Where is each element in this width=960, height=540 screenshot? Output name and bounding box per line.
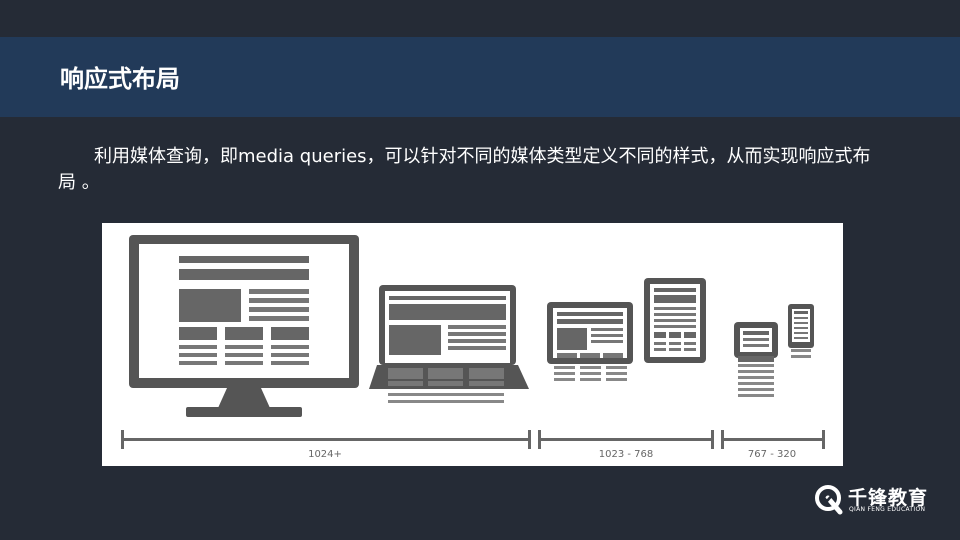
paragraph-text: 利用媒体查询，即media queries，可以针对不同的媒体类型定义不同的样式… <box>58 146 871 193</box>
tablet-landscape-icon <box>547 302 633 381</box>
devices-illustration: 1024+ 1023 - 768 767 - 320 <box>121 235 825 460</box>
range-line-phone <box>721 438 825 441</box>
slide-title: 响应式布局 <box>60 65 180 93</box>
range-label-phone: 767 - 320 <box>748 449 796 460</box>
phone-portrait-icon <box>788 304 814 358</box>
range-label-desktop: 1024+ <box>308 449 342 460</box>
brand-subtitle: QIAN FENG EDUCATION <box>849 506 926 513</box>
range-line-desktop <box>121 438 531 441</box>
laptop-icon <box>369 285 529 403</box>
slide-paragraph: 利用媒体查询，即media queries，可以针对不同的媒体类型定义不同的样式… <box>58 144 873 196</box>
breakpoint-scale: 1024+ 1023 - 768 767 - 320 <box>121 430 825 460</box>
tablet-portrait-icon <box>644 278 706 363</box>
brand-logo: 千锋教育 QIAN FENG EDUCATION <box>812 482 940 518</box>
desktop-monitor-icon <box>129 235 359 417</box>
range-line-tablet <box>538 438 714 441</box>
responsive-devices-figure: 1024+ 1023 - 768 767 - 320 <box>102 223 843 466</box>
brand-q-icon <box>815 485 843 515</box>
title-bar: 响应式布局 <box>0 37 960 117</box>
phone-landscape-icon <box>734 322 778 397</box>
range-label-tablet: 1023 - 768 <box>599 449 654 460</box>
